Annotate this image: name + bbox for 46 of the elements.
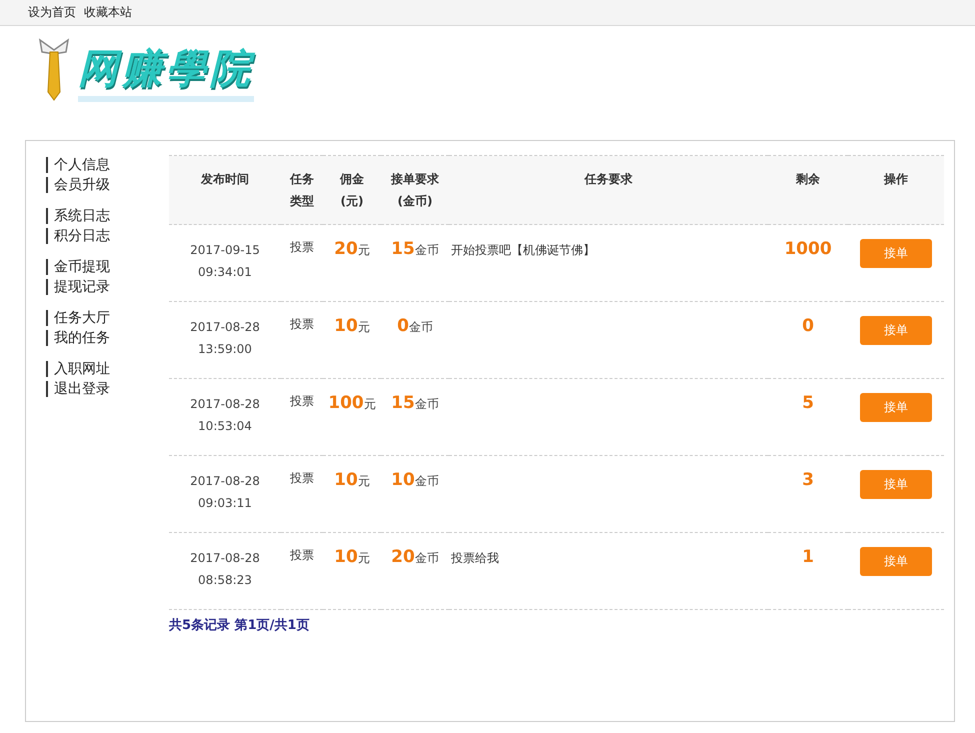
publish-time: 2017-09-15 09:34:01 (190, 243, 260, 279)
sidebar-link[interactable]: 提现记录 (46, 279, 169, 295)
sidebar-link[interactable]: 金币提现 (46, 259, 169, 275)
pagination-info: 共5条记录 第1页/共1页 (169, 618, 310, 633)
coin-requirement: 10金币 (391, 474, 439, 488)
commission: 100元 (328, 397, 376, 411)
publish-time: 2017-08-28 09:03:11 (190, 474, 260, 510)
top-link[interactable]: 收藏本站 (84, 4, 132, 21)
column-header: 接单要求 (金币) (391, 172, 439, 208)
remaining-count: 0 (802, 316, 814, 336)
commission: 10元 (334, 320, 370, 334)
column-header: 操作 (884, 172, 908, 186)
commission: 10元 (334, 474, 370, 488)
remaining-count: 1 (802, 547, 814, 567)
publish-time: 2017-08-28 10:53:04 (190, 397, 260, 433)
task-type: 投票 (290, 548, 314, 562)
task-type: 投票 (290, 240, 314, 254)
column-header: 任务要求 (584, 172, 632, 186)
coin-requirement: 20金币 (391, 551, 439, 565)
task-requirement: 开始投票吧【机佛诞节佛】 (451, 243, 595, 257)
remaining-count: 5 (802, 393, 814, 413)
task-requirement: 投票给我 (451, 551, 499, 565)
column-header: 佣金 (元) (340, 172, 364, 208)
column-header: 任务 类型 (290, 172, 314, 208)
top-link[interactable]: 设为首页 (28, 4, 76, 21)
coin-requirement: 15金币 (391, 397, 439, 411)
tie-icon (36, 36, 72, 102)
coin-requirement: 15金币 (391, 243, 439, 257)
commission: 20元 (334, 243, 370, 257)
sidebar-link[interactable]: 入职网址 (46, 361, 169, 377)
column-header: 发布时间 (201, 172, 249, 186)
sidebar-link[interactable]: 任务大厅 (46, 310, 169, 326)
sidebar-link[interactable]: 退出登录 (46, 381, 169, 397)
publish-time: 2017-08-28 08:58:23 (190, 551, 260, 587)
coin-requirement: 0金币 (397, 320, 433, 334)
publish-time: 2017-08-28 13:59:00 (190, 320, 260, 356)
site-logo-text: 网赚學院 (78, 42, 254, 102)
column-header: 剩余 (796, 172, 820, 186)
task-type: 投票 (290, 394, 314, 408)
remaining-count: 3 (802, 470, 814, 490)
commission: 10元 (334, 551, 370, 565)
remaining-count: 1000 (784, 239, 832, 259)
task-type: 投票 (290, 471, 314, 485)
sidebar-link[interactable]: 我的任务 (46, 330, 169, 346)
sidebar-link[interactable]: 积分日志 (46, 228, 169, 244)
task-type: 投票 (290, 317, 314, 331)
